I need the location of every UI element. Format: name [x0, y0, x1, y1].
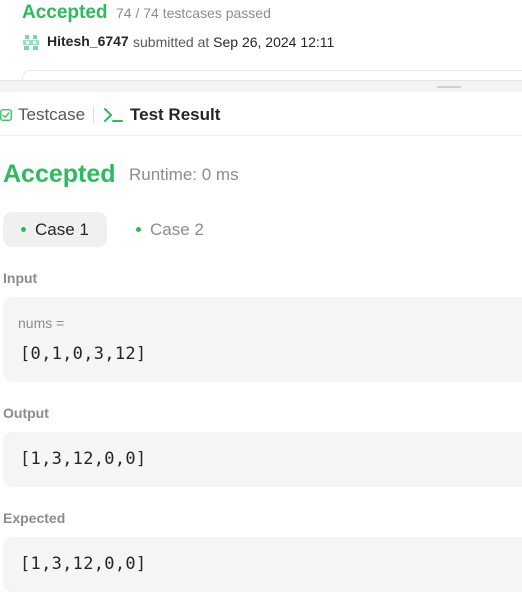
user-avatar-icon[interactable] [22, 33, 40, 51]
input-section-label: Input [3, 270, 38, 286]
panel-splitter[interactable] [0, 80, 522, 92]
submission-status[interactable]: Accepted [22, 2, 108, 24]
case-passed-dot-icon [136, 227, 141, 232]
case-passed-dot-icon [21, 227, 26, 232]
terminal-icon [104, 108, 123, 122]
tab-divider [93, 106, 94, 124]
input-value: [0,1,0,3,12] [20, 344, 147, 364]
case-2-button[interactable]: Case 2 [122, 212, 222, 247]
checkbox-icon [0, 109, 12, 121]
username-link[interactable]: Hitesh_6747 [47, 33, 129, 49]
runtime-text: Runtime: 0 ms [129, 165, 239, 184]
testcases-passed: 74 / 74 testcases passed [116, 5, 271, 21]
output-section-label: Output [3, 405, 49, 421]
tab-test-result-label: Test Result [130, 105, 221, 124]
submission-meta: submitted at Sep 26, 2024 12:11 [133, 34, 334, 50]
expected-value: [1,3,12,0,0] [20, 554, 147, 574]
case-1-label: Case 1 [35, 219, 89, 239]
input-variable-label: nums = [18, 315, 65, 331]
output-value: [1,3,12,0,0] [20, 449, 147, 469]
drag-handle-icon[interactable] [437, 86, 461, 88]
tab-test-result[interactable]: Test Result [103, 104, 220, 126]
console-tab-bar: Testcase Test Result [0, 92, 522, 136]
submission-summary: Accepted 74 / 74 testcases passed Hitesh… [0, 0, 522, 90]
submitted-at-prefix: submitted at [133, 34, 210, 50]
case-1-button[interactable]: Case 1 [3, 212, 107, 247]
expected-box: [1,3,12,0,0] [3, 537, 522, 592]
tab-testcase-label: Testcase [18, 105, 86, 124]
tab-testcase[interactable]: Testcase [0, 104, 85, 126]
expected-section-label: Expected [3, 510, 66, 526]
test-result-panel: Accepted 74 / 74 testcases passed Hitesh… [0, 0, 522, 594]
submitted-at-date: Sep 26, 2024 12:11 [213, 34, 335, 50]
result-status: Accepted [3, 160, 116, 188]
output-box: [1,3,12,0,0] [3, 432, 522, 487]
input-box: nums = [0,1,0,3,12] [3, 297, 522, 382]
case-2-label: Case 2 [150, 219, 204, 239]
